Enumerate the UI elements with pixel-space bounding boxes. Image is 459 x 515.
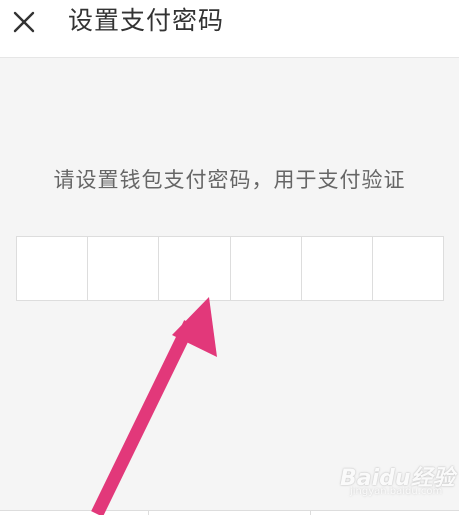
pin-cell-5[interactable] (301, 237, 373, 300)
close-icon (13, 11, 35, 33)
pin-cell-6[interactable] (372, 237, 444, 300)
close-button[interactable] (8, 6, 40, 38)
watermark-site: jingyan.baidu.com (350, 486, 443, 497)
watermark: Baidu经验 jingyan.baidu.com (340, 456, 455, 502)
pin-cell-2[interactable] (88, 237, 160, 300)
pin-cell-4[interactable] (230, 237, 302, 300)
instruction-text: 请设置钱包支付密码，用于支付验证 (53, 168, 406, 192)
password-input[interactable] (16, 236, 444, 301)
keypad-edge (0, 510, 459, 515)
pin-cell-1[interactable] (17, 237, 89, 300)
page-title: 设置支付密码 (68, 6, 225, 35)
pin-cell-3[interactable] (159, 237, 231, 300)
top-bar: 设置支付密码 (0, 0, 459, 58)
keypad-divider (310, 510, 311, 515)
keypad-divider (148, 510, 149, 515)
